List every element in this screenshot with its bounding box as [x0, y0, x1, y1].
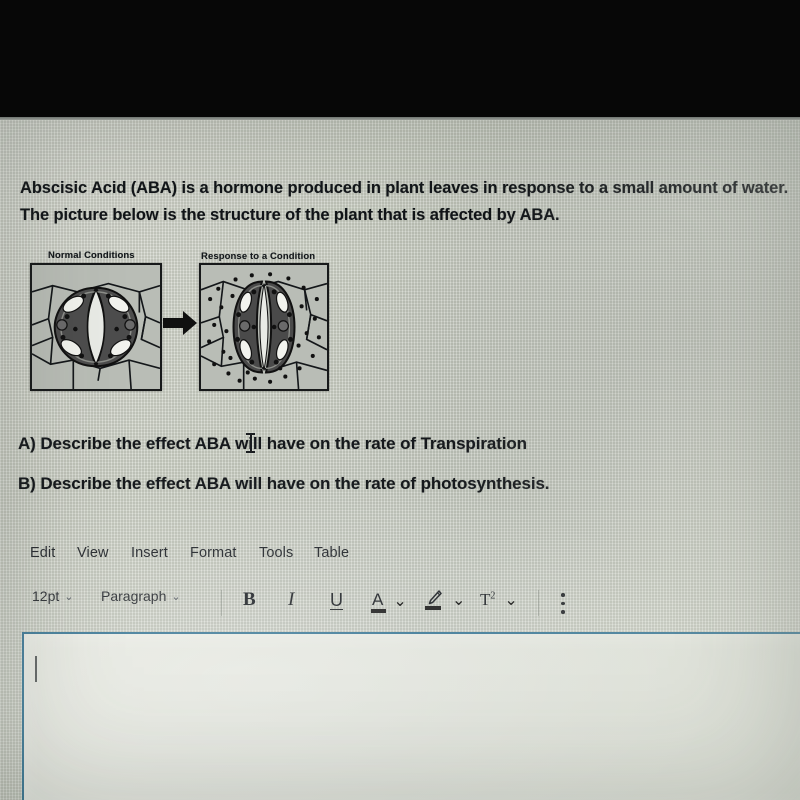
- text-color-button[interactable]: A ⌄: [370, 590, 407, 613]
- figure-label-normal-conditions: Normal Conditions: [48, 250, 135, 261]
- underline-button[interactable]: U: [330, 590, 343, 611]
- italic-icon: I: [288, 589, 295, 610]
- menu-item-tools[interactable]: Tools: [259, 545, 293, 561]
- font-size-value: 12pt: [32, 588, 60, 604]
- stoma-open-diagram: [30, 263, 162, 391]
- menu-item-edit[interactable]: Edit: [30, 545, 55, 561]
- chevron-down-icon: ⌄: [64, 590, 74, 603]
- menu-item-view[interactable]: View: [77, 545, 109, 561]
- more-options-kebab-icon[interactable]: [561, 593, 565, 615]
- letterbox-top-bar: [0, 0, 800, 117]
- question-stem-line-2: The picture below is the structure of th…: [20, 206, 560, 224]
- superscript-base: T: [480, 590, 491, 609]
- text-color-icon: A: [370, 590, 387, 613]
- question-stem-line-1: Abscisic Acid (ABA) is a hormone produce…: [20, 179, 789, 197]
- toolbar-divider: [538, 590, 539, 616]
- chevron-down-icon: ⌄: [171, 590, 181, 603]
- chevron-down-icon: ⌄: [452, 592, 466, 609]
- question-part-a: A) Describe the effect ABA will have on …: [18, 434, 527, 453]
- superscript-exponent: 2: [490, 590, 496, 602]
- highlighter-pen-icon: [425, 590, 442, 610]
- paragraph-format-value: Paragraph: [101, 588, 167, 604]
- menu-item-insert[interactable]: Insert: [131, 545, 168, 561]
- menu-item-format[interactable]: Format: [190, 545, 237, 561]
- underline-icon: U: [330, 590, 343, 610]
- bold-button[interactable]: B: [243, 589, 256, 611]
- editor-menubar: Edit View Insert Format Tools Table: [0, 545, 800, 579]
- font-size-dropdown[interactable]: 12pt ⌄: [32, 588, 73, 604]
- superscript-button[interactable]: T2 ⌄: [480, 590, 518, 610]
- chevron-down-icon: ⌄: [504, 592, 518, 609]
- figure-label-response-to-condition: Response to a Condition: [201, 251, 316, 262]
- answer-textarea[interactable]: [22, 632, 800, 800]
- question-part-b: B) Describe the effect ABA will have on …: [18, 474, 550, 493]
- chevron-down-icon: ⌄: [393, 592, 407, 610]
- italic-button[interactable]: I: [288, 589, 294, 611]
- highlight-color-button[interactable]: ⌄: [425, 590, 466, 610]
- right-arrow-icon: [163, 310, 197, 336]
- stoma-closed-diagram: [199, 263, 329, 391]
- superscript-icon: T2: [480, 590, 495, 610]
- paragraph-format-dropdown[interactable]: Paragraph ⌄: [101, 588, 181, 604]
- photographed-screen: Abscisic Acid (ABA) is a hormone produce…: [0, 0, 800, 800]
- question-stem: Abscisic Acid (ABA) is a hormone produce…: [20, 175, 800, 229]
- quiz-page: Abscisic Acid (ABA) is a hormone produce…: [0, 120, 800, 800]
- editor-toolbar: 12pt ⌄ Paragraph ⌄ B I U A ⌄ ⌄ T2 ⌄: [0, 588, 800, 628]
- text-caret: [35, 656, 37, 682]
- stomata-figure: Normal Conditions Response to a Conditio…: [0, 250, 420, 391]
- toolbar-divider: [221, 590, 222, 616]
- bold-icon: B: [243, 589, 256, 610]
- menu-item-table[interactable]: Table: [314, 545, 349, 561]
